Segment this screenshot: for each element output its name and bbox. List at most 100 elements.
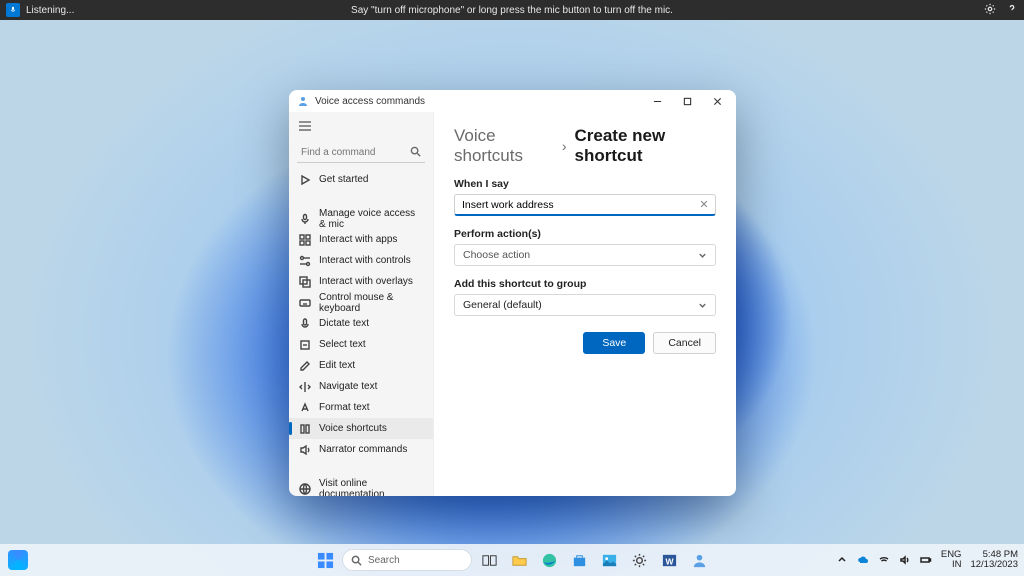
taskbar: Search W ENG IN 5:48 PM 12/13/2023 xyxy=(0,544,1024,576)
nav-dictate-text[interactable]: Dictate text xyxy=(289,313,433,334)
when-i-say-input[interactable] xyxy=(454,194,716,216)
app-icon xyxy=(297,95,309,107)
settings-icon xyxy=(631,552,648,569)
nav-mouse-keyboard[interactable]: Control mouse & keyboard xyxy=(289,292,433,313)
shortcut-icon xyxy=(299,423,311,435)
language-indicator[interactable]: ENG IN xyxy=(941,550,962,570)
group-label: Add this shortcut to group xyxy=(454,278,716,290)
help-icon xyxy=(1006,3,1018,15)
clock[interactable]: 5:48 PM 12/13/2023 xyxy=(970,550,1018,570)
battery-icon[interactable] xyxy=(920,554,932,566)
mic-icon xyxy=(9,6,17,14)
breadcrumb: Voice shortcuts › Create new shortcut xyxy=(454,126,716,166)
breadcrumb-current: Create new shortcut xyxy=(574,126,716,166)
nav-toggle[interactable] xyxy=(289,114,433,138)
onedrive-icon[interactable] xyxy=(857,554,869,566)
dictate-icon xyxy=(299,318,311,330)
controls-icon xyxy=(299,255,311,267)
search-input[interactable] xyxy=(297,143,425,163)
when-i-say-label: When I say xyxy=(454,178,716,190)
widgets-button[interactable] xyxy=(8,550,28,570)
cancel-button[interactable]: Cancel xyxy=(653,332,716,354)
overlay-icon xyxy=(299,276,311,288)
minimize-button[interactable] xyxy=(642,90,672,112)
mic-settings-icon xyxy=(299,213,311,225)
nav-manage-voice-mic[interactable]: Manage voice access & mic xyxy=(289,208,433,229)
format-icon xyxy=(299,402,311,414)
chevron-up-icon[interactable] xyxy=(836,554,848,566)
pinned-store[interactable] xyxy=(566,547,592,573)
voice-access-icon xyxy=(691,552,708,569)
svg-text:W: W xyxy=(665,556,674,566)
nav-interact-controls[interactable]: Interact with controls xyxy=(289,250,433,271)
titlebar[interactable]: Voice access commands xyxy=(289,90,736,112)
navigate-icon xyxy=(299,381,311,393)
chevron-down-icon xyxy=(698,251,707,260)
maximize-button[interactable] xyxy=(672,90,702,112)
task-view-icon xyxy=(481,552,498,569)
nav-select-text[interactable]: Select text xyxy=(289,334,433,355)
edge-icon xyxy=(541,552,558,569)
nav-interact-apps[interactable]: Interact with apps xyxy=(289,229,433,250)
start-button[interactable] xyxy=(312,547,338,573)
voice-access-commands-window: Voice access commands Get started Manage… xyxy=(289,90,736,496)
nav-get-started[interactable]: Get started xyxy=(289,169,433,190)
window-title: Voice access commands xyxy=(315,96,425,107)
pinned-word[interactable]: W xyxy=(656,547,682,573)
help-button[interactable] xyxy=(1006,3,1018,18)
windows-icon xyxy=(317,552,334,569)
nav-interact-overlays[interactable]: Interact with overlays xyxy=(289,271,433,292)
search-icon xyxy=(410,146,421,157)
search-icon xyxy=(351,555,362,566)
settings-button[interactable] xyxy=(984,3,996,18)
edit-icon xyxy=(299,360,311,372)
mic-button[interactable] xyxy=(6,3,20,17)
play-icon xyxy=(299,174,311,186)
close-icon xyxy=(713,97,722,106)
save-button[interactable]: Save xyxy=(583,332,645,354)
pinned-voice-access[interactable] xyxy=(686,547,712,573)
select-text-icon xyxy=(299,339,311,351)
nav-visit-docs[interactable]: Visit online documentation xyxy=(289,478,433,496)
chevron-down-icon xyxy=(698,301,707,310)
pinned-photos[interactable] xyxy=(596,547,622,573)
voice-access-bar: Listening... Say "turn off microphone" o… xyxy=(0,0,1024,20)
chevron-right-icon: › xyxy=(562,138,567,154)
pinned-settings[interactable] xyxy=(626,547,652,573)
voice-status: Listening... xyxy=(26,5,74,16)
hamburger-icon xyxy=(299,121,311,131)
perform-action-label: Perform action(s) xyxy=(454,228,716,240)
store-icon xyxy=(571,552,588,569)
nav-format-text[interactable]: Format text xyxy=(289,397,433,418)
nav-voice-shortcuts[interactable]: Voice shortcuts xyxy=(289,418,433,439)
voice-hint: Say "turn off microphone" or long press … xyxy=(351,5,673,16)
minimize-icon xyxy=(653,97,662,106)
wifi-icon[interactable] xyxy=(878,554,890,566)
nav-list: Get started Manage voice access & mic In… xyxy=(289,169,433,496)
close-button[interactable] xyxy=(702,90,732,112)
gear-icon xyxy=(984,3,996,15)
breadcrumb-parent[interactable]: Voice shortcuts xyxy=(454,126,554,166)
task-view-button[interactable] xyxy=(476,547,502,573)
choose-action-dropdown[interactable]: Choose action xyxy=(454,244,716,266)
narrator-icon xyxy=(299,444,311,456)
system-tray[interactable]: ENG IN 5:48 PM 12/13/2023 xyxy=(836,550,1018,570)
sidebar: Get started Manage voice access & mic In… xyxy=(289,112,434,496)
keyboard-icon xyxy=(299,297,311,309)
maximize-icon xyxy=(683,97,692,106)
folder-icon xyxy=(511,552,528,569)
word-icon: W xyxy=(661,552,678,569)
clear-input-button[interactable]: ✕ xyxy=(698,199,710,211)
pinned-explorer[interactable] xyxy=(506,547,532,573)
pinned-edge[interactable] xyxy=(536,547,562,573)
globe-icon xyxy=(299,483,311,495)
photos-icon xyxy=(601,552,618,569)
nav-navigate-text[interactable]: Navigate text xyxy=(289,376,433,397)
command-search[interactable] xyxy=(297,142,425,163)
nav-narrator-commands[interactable]: Narrator commands xyxy=(289,439,433,460)
volume-icon[interactable] xyxy=(899,554,911,566)
grid-icon xyxy=(299,234,311,246)
taskbar-search[interactable]: Search xyxy=(342,549,472,571)
group-dropdown[interactable]: General (default) xyxy=(454,294,716,316)
nav-edit-text[interactable]: Edit text xyxy=(289,355,433,376)
